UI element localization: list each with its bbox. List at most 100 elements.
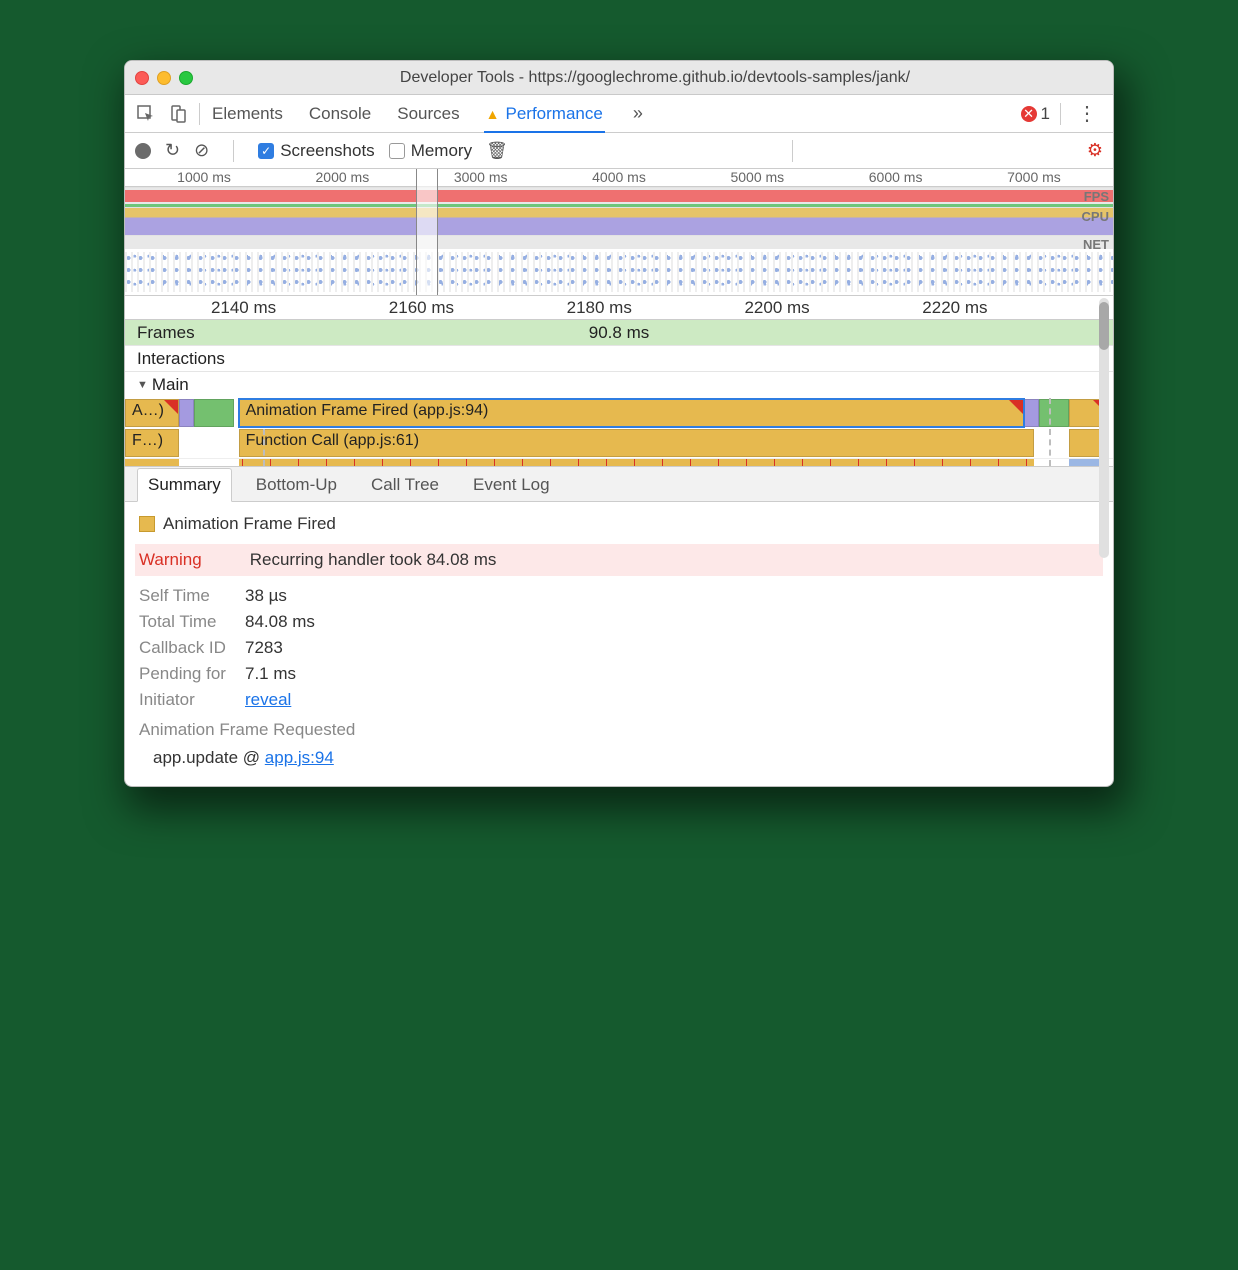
ruler-tick: 5000 ms — [730, 169, 784, 185]
net-label: NET — [1083, 237, 1109, 252]
ruler-tick: 2140 ms — [211, 298, 276, 318]
separator — [233, 140, 234, 162]
frame-duration: 90.8 ms — [589, 323, 649, 343]
ruler-tick: 2180 ms — [567, 298, 632, 318]
error-count[interactable]: ✕ 1 — [1021, 104, 1050, 124]
tab-elements[interactable]: Elements — [210, 96, 285, 132]
ruler-tick: 6000 ms — [869, 169, 923, 185]
interactions-track[interactable]: Interactions — [125, 346, 1113, 372]
stack-trace: app.update @ app.js:94 — [153, 748, 1099, 768]
vertical-scrollbar[interactable] — [1099, 298, 1109, 558]
flame-bar[interactable] — [179, 399, 194, 427]
scrollbar-thumb[interactable] — [1099, 302, 1109, 350]
more-tabs-button[interactable]: » — [627, 103, 649, 124]
error-count-value: 1 — [1041, 104, 1050, 124]
flame-bar[interactable] — [194, 399, 234, 427]
tab-performance[interactable]: ▲ Performance — [484, 96, 605, 132]
overview-ruler: 1000 ms 2000 ms 3000 ms 4000 ms 5000 ms … — [125, 169, 1113, 187]
tab-performance-label: Performance — [505, 104, 602, 124]
zoom-window-button[interactable] — [179, 71, 193, 85]
event-title: Animation Frame Fired — [163, 514, 336, 534]
close-window-button[interactable] — [135, 71, 149, 85]
screenshots-label: Screenshots — [280, 141, 375, 161]
ruler-tick: 2220 ms — [922, 298, 987, 318]
total-time-value: 84.08 ms — [245, 612, 315, 631]
cpu-label: CPU — [1082, 209, 1109, 224]
detail-ruler[interactable]: 2140 ms 2160 ms 2180 ms 2200 ms 2220 ms — [125, 296, 1113, 320]
warning-label: Warning — [139, 550, 245, 570]
pending-label: Pending for — [139, 664, 245, 684]
settings-menu-button[interactable]: ⋮ — [1071, 101, 1103, 126]
self-time-value: 38 µs — [245, 586, 287, 605]
error-icon: ✕ — [1021, 106, 1037, 122]
ruler-tick: 2200 ms — [744, 298, 809, 318]
tab-sources[interactable]: Sources — [395, 96, 461, 132]
event-color-swatch — [139, 516, 155, 532]
flame-chart-area: 2140 ms 2160 ms 2180 ms 2200 ms 2220 ms … — [125, 296, 1113, 466]
record-button[interactable] — [135, 143, 151, 159]
separator — [792, 140, 793, 162]
ruler-tick: 4000 ms — [592, 169, 646, 185]
frames-track[interactable]: Frames 90.8 ms — [125, 320, 1113, 346]
stack-source-link[interactable]: app.js:94 — [265, 748, 334, 767]
panel-toolbar: Elements Console Sources ▲ Performance »… — [125, 95, 1113, 133]
main-label: Main — [152, 375, 189, 395]
flame-bar-label: Function Call (app.js:61) — [246, 432, 419, 449]
flame-bar[interactable] — [1039, 399, 1069, 427]
separator — [199, 103, 200, 125]
panel-tabs: Elements Console Sources ▲ Performance » — [210, 96, 1021, 132]
net-lane: NET — [125, 235, 1113, 249]
device-toolbar-icon[interactable] — [167, 103, 189, 125]
capture-settings-button[interactable]: ⚙ — [1087, 140, 1103, 161]
memory-label: Memory — [411, 141, 472, 161]
warning-text: Recurring handler took 84.08 ms — [250, 550, 497, 569]
reload-record-button[interactable]: ↻ — [165, 140, 180, 161]
traffic-lights — [135, 71, 193, 85]
main-track-header[interactable]: ▼ Main — [125, 372, 1113, 398]
details-tabs: Summary Bottom-Up Call Tree Event Log — [125, 466, 1113, 502]
callback-id-label: Callback ID — [139, 638, 245, 658]
frame-requested-label: Animation Frame Requested — [139, 720, 1099, 740]
cpu-lane: CPU — [125, 207, 1113, 235]
main-flame-chart[interactable]: A…) Animation Frame Fired (app.js:94) F…… — [125, 398, 1113, 466]
flame-bar-label: Animation Frame Fired (app.js:94) — [246, 402, 489, 419]
titlebar: Developer Tools - https://googlechrome.g… — [125, 61, 1113, 95]
interactions-label: Interactions — [137, 349, 225, 369]
initiator-label: Initiator — [139, 690, 245, 710]
clear-button[interactable]: ⊘ — [194, 140, 209, 161]
long-task-icon — [164, 400, 178, 414]
flame-bar[interactable] — [1024, 399, 1039, 427]
frames-label: Frames — [137, 323, 195, 343]
flame-bar[interactable]: F…) — [125, 429, 179, 457]
summary-pane: Animation Frame Fired Warning Recurring … — [125, 502, 1113, 786]
stack-function: app.update @ — [153, 748, 265, 767]
tab-summary[interactable]: Summary — [137, 468, 232, 502]
ruler-tick: 3000 ms — [454, 169, 508, 185]
tab-call-tree[interactable]: Call Tree — [361, 469, 449, 501]
filmstrip-lane — [125, 249, 1113, 295]
total-time-label: Total Time — [139, 612, 245, 632]
initiator-reveal-link[interactable]: reveal — [245, 690, 291, 709]
flame-bar[interactable]: A…) — [125, 399, 179, 427]
flame-bar[interactable]: Function Call (app.js:61) — [239, 429, 1034, 457]
tab-console[interactable]: Console — [307, 96, 373, 132]
tab-bottom-up[interactable]: Bottom-Up — [246, 469, 347, 501]
disclosure-triangle-icon[interactable]: ▼ — [137, 379, 148, 391]
screenshots-checkbox[interactable]: ✓ Screenshots — [258, 141, 375, 161]
ruler-tick: 1000 ms — [177, 169, 231, 185]
devtools-window: Developer Tools - https://googlechrome.g… — [124, 60, 1114, 787]
self-time-label: Self Time — [139, 586, 245, 606]
memory-checkbox[interactable]: Memory — [389, 141, 472, 161]
garbage-collect-button[interactable]: 🗑 — [486, 141, 508, 161]
window-title: Developer Tools - https://googlechrome.g… — [207, 69, 1103, 87]
flame-detail-strip — [125, 458, 1113, 466]
separator — [1060, 103, 1061, 125]
warning-row: Warning Recurring handler took 84.08 ms — [135, 544, 1103, 576]
minimize-window-button[interactable] — [157, 71, 171, 85]
tab-event-log[interactable]: Event Log — [463, 469, 560, 501]
overview-timeline[interactable]: 1000 ms 2000 ms 3000 ms 4000 ms 5000 ms … — [125, 169, 1113, 296]
overview-selection[interactable] — [416, 169, 438, 295]
inspect-element-icon[interactable] — [135, 103, 157, 125]
pending-value: 7.1 ms — [245, 664, 296, 683]
flame-bar-selected[interactable]: Animation Frame Fired (app.js:94) — [239, 399, 1024, 427]
